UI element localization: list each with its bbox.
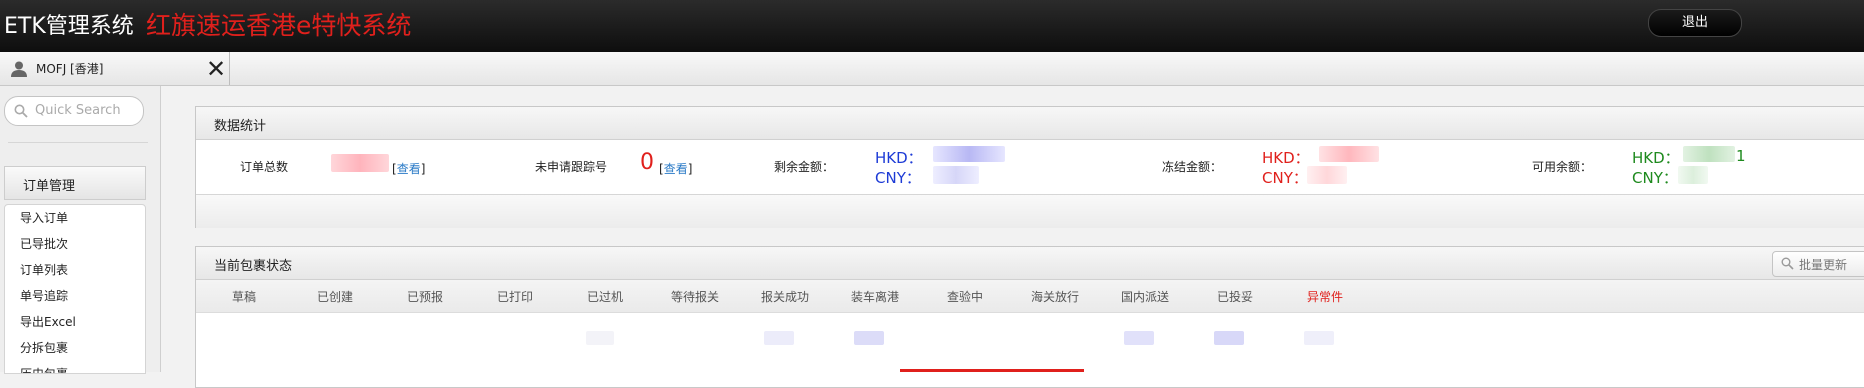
untracked-count: 0	[640, 150, 654, 175]
untracked-label: 未申请跟踪号	[535, 160, 608, 174]
status-printed[interactable]: 已打印	[475, 288, 555, 305]
status-count-exception	[1304, 331, 1334, 345]
view-link-text: 查看	[663, 162, 688, 176]
frozen-label: 冻结金额：	[1162, 160, 1223, 174]
menu-group-label: 订单管理	[23, 179, 76, 194]
quick-search-input[interactable]: Quick Search	[4, 96, 144, 126]
frozen-cny-value	[1307, 166, 1347, 184]
search-icon	[14, 104, 28, 118]
status-domestic-delivery[interactable]: 国内派送	[1105, 288, 1185, 305]
stats-panel-header: 数据统计	[196, 107, 1864, 140]
available-hkd-tail: 1	[1736, 147, 1746, 165]
frozen-cny-label: CNY：	[1262, 169, 1308, 187]
bracket-close: ]	[687, 162, 693, 176]
status-departed[interactable]: 装车离港	[835, 288, 915, 305]
menu-item-split-parcel[interactable]: 分拆包裹	[5, 335, 145, 361]
total-orders-value	[331, 154, 389, 172]
view-total-orders-link[interactable]: [查看]	[392, 160, 425, 177]
view-link-text: 查看	[396, 162, 421, 176]
app-title: ETK管理系统	[4, 14, 134, 39]
view-untracked-link[interactable]: [查看]	[659, 160, 692, 177]
status-customs-released[interactable]: 海关放行	[1015, 288, 1095, 305]
user-icon	[11, 61, 27, 77]
menu-item-imported-batches[interactable]: 已导批次	[5, 231, 145, 257]
user-panel: MOFJ [香港] ✕	[0, 52, 230, 85]
status-count-scanned	[586, 331, 614, 345]
batch-refresh-button[interactable]: 批量更新	[1772, 251, 1864, 277]
stats-footer	[196, 194, 1864, 228]
status-columns-row: 草稿 已创建 已预报 已打印 已过机 等待报关 报关成功 装车离港 查验中 海关…	[196, 280, 1864, 313]
parcel-status-header: 当前包裹状态 批量更新	[196, 247, 1864, 280]
status-created[interactable]: 已创建	[295, 288, 375, 305]
menu-item-export-excel[interactable]: 导出Excel	[5, 309, 145, 335]
available-hkd-value	[1683, 146, 1735, 162]
status-count-departed	[854, 331, 884, 345]
balance-hkd-value	[933, 146, 1005, 162]
user-name: MOFJ [香港]	[36, 62, 104, 76]
menu-item-import-orders[interactable]: 导入订单	[5, 205, 145, 231]
frozen-hkd-label: HKD：	[1262, 149, 1310, 167]
top-bar: ETK管理系统 红旗速运香港e特快系统 退出	[0, 0, 1864, 52]
app-subtitle: 红旗速运香港e特快系统	[146, 11, 412, 40]
available-cny-label: CNY：	[1632, 169, 1678, 187]
total-orders-label: 订单总数	[240, 160, 289, 174]
balance-hkd-label: HKD：	[875, 149, 923, 167]
menu-list: 导入订单 已导批次 订单列表 单号追踪 导出Excel 分拆包裹 历史包裹	[4, 204, 146, 374]
user-bar: MOFJ [香港] ✕	[0, 52, 1864, 86]
divider	[8, 142, 148, 143]
batch-refresh-label: 批量更新	[1799, 258, 1848, 272]
balance-cny-label: CNY：	[875, 169, 921, 187]
available-label: 可用余额：	[1532, 160, 1593, 174]
balance-label: 剩余金额：	[774, 160, 835, 174]
status-inspecting[interactable]: 查验中	[925, 288, 1005, 305]
stats-body: 订单总数 [查看] 未申请跟踪号 0 [查看] 剩余金额： HKD： CNY： …	[196, 140, 1864, 194]
sidebar: Quick Search 订单管理 导入订单 已导批次 订单列表 单号追踪 导出…	[0, 86, 161, 374]
stats-panel: 数据统计 订单总数 [查看] 未申请跟踪号 0 [查看] 剩余金额： HKD： …	[195, 106, 1864, 228]
menu-item-tracking[interactable]: 单号追踪	[5, 283, 145, 309]
frozen-hkd-value	[1319, 146, 1379, 162]
status-count-delivered	[1214, 331, 1244, 345]
status-awaiting-customs[interactable]: 等待报关	[655, 288, 735, 305]
parcel-status-title: 当前包裹状态	[214, 259, 293, 274]
balance-cny-value	[933, 166, 979, 184]
search-placeholder: Quick Search	[35, 103, 121, 118]
logout-button[interactable]: 退出	[1648, 9, 1742, 37]
status-draft[interactable]: 草稿	[204, 288, 284, 305]
status-customs-success[interactable]: 报关成功	[745, 288, 825, 305]
close-icon[interactable]: ✕	[206, 55, 226, 83]
status-exception[interactable]: 异常件	[1285, 288, 1365, 305]
status-scanned[interactable]: 已过机	[565, 288, 645, 305]
search-icon	[1781, 257, 1794, 270]
bracket-close: ]	[420, 162, 426, 176]
status-forecast[interactable]: 已预报	[385, 288, 465, 305]
status-count-customs-success	[764, 331, 794, 345]
available-hkd-label: HKD：	[1632, 149, 1680, 167]
stats-title: 数据统计	[214, 119, 267, 134]
available-cny-value	[1678, 166, 1708, 184]
menu-item-order-list[interactable]: 订单列表	[5, 257, 145, 283]
parcel-status-panel: 当前包裹状态 批量更新 草稿 已创建 已预报 已打印 已过机 等待报关 报关成功…	[195, 246, 1864, 388]
menu-group-order-management[interactable]: 订单管理	[4, 166, 146, 200]
menu-item-history-parcel[interactable]: 历史包裹	[5, 361, 145, 373]
status-delivered[interactable]: 已投妥	[1195, 288, 1275, 305]
status-count-domestic	[1124, 331, 1154, 345]
